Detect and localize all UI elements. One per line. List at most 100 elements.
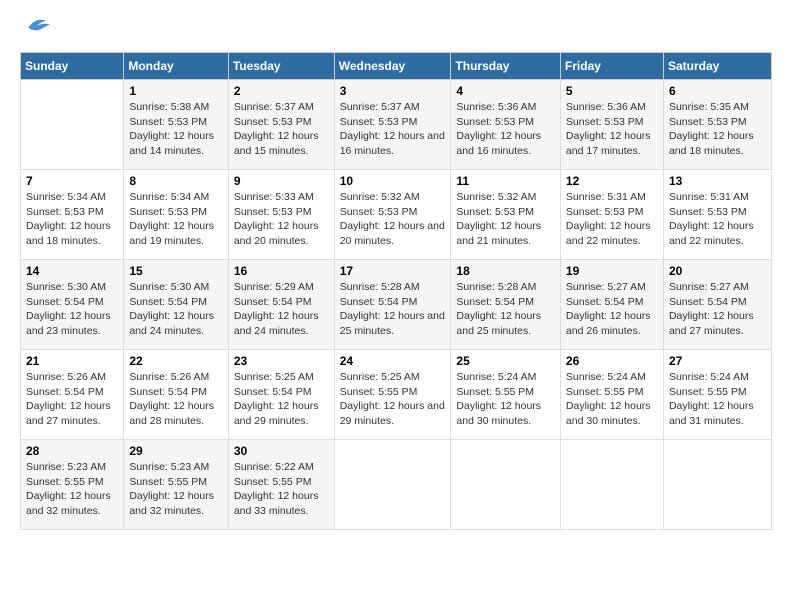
calendar-week-row: 7 Sunrise: 5:34 AMSunset: 5:53 PMDaylight… bbox=[21, 170, 772, 260]
day-number: 23 bbox=[234, 354, 329, 368]
day-info: Sunrise: 5:32 AMSunset: 5:53 PMDaylight:… bbox=[340, 190, 446, 249]
day-info: Sunrise: 5:22 AMSunset: 5:55 PMDaylight:… bbox=[234, 460, 329, 519]
day-info: Sunrise: 5:27 AMSunset: 5:54 PMDaylight:… bbox=[669, 280, 766, 339]
logo bbox=[20, 20, 54, 42]
day-info: Sunrise: 5:30 AMSunset: 5:54 PMDaylight:… bbox=[26, 280, 118, 339]
calendar-cell: 21 Sunrise: 5:26 AMSunset: 5:54 PMDayligh… bbox=[21, 350, 124, 440]
calendar-cell: 20 Sunrise: 5:27 AMSunset: 5:54 PMDayligh… bbox=[663, 260, 771, 350]
day-info: Sunrise: 5:33 AMSunset: 5:53 PMDaylight:… bbox=[234, 190, 329, 249]
calendar-cell: 11 Sunrise: 5:32 AMSunset: 5:53 PMDayligh… bbox=[451, 170, 561, 260]
day-number: 15 bbox=[129, 264, 222, 278]
calendar-cell: 5 Sunrise: 5:36 AMSunset: 5:53 PMDaylight… bbox=[560, 80, 663, 170]
day-info: Sunrise: 5:29 AMSunset: 5:54 PMDaylight:… bbox=[234, 280, 329, 339]
day-number: 16 bbox=[234, 264, 329, 278]
day-info: Sunrise: 5:35 AMSunset: 5:53 PMDaylight:… bbox=[669, 100, 766, 159]
day-info: Sunrise: 5:32 AMSunset: 5:53 PMDaylight:… bbox=[456, 190, 555, 249]
day-info: Sunrise: 5:25 AMSunset: 5:54 PMDaylight:… bbox=[234, 370, 329, 429]
calendar-cell: 6 Sunrise: 5:35 AMSunset: 5:53 PMDaylight… bbox=[663, 80, 771, 170]
weekday-header: Thursday bbox=[451, 53, 561, 80]
calendar-cell: 28Sunrise: 5:23 AMSunset: 5:55 PMDayligh… bbox=[21, 440, 124, 530]
day-info: Sunrise: 5:23 AMSunset: 5:55 PMDaylight:… bbox=[129, 460, 222, 519]
day-number: 11 bbox=[456, 174, 555, 188]
calendar-cell: 3 Sunrise: 5:37 AMSunset: 5:53 PMDaylight… bbox=[334, 80, 451, 170]
day-number: 8 bbox=[129, 174, 222, 188]
weekday-header: Sunday bbox=[21, 53, 124, 80]
day-info: Sunrise: 5:24 AMSunset: 5:55 PMDaylight:… bbox=[566, 370, 658, 429]
day-info: Sunrise: 5:25 AMSunset: 5:55 PMDaylight:… bbox=[340, 370, 446, 429]
day-info: Sunrise: 5:27 AMSunset: 5:54 PMDaylight:… bbox=[566, 280, 658, 339]
calendar-cell: 17 Sunrise: 5:28 AMSunset: 5:54 PMDayligh… bbox=[334, 260, 451, 350]
calendar-cell: 24Sunrise: 5:25 AMSunset: 5:55 PMDayligh… bbox=[334, 350, 451, 440]
day-number: 26 bbox=[566, 354, 658, 368]
day-info: Sunrise: 5:24 AMSunset: 5:55 PMDaylight:… bbox=[456, 370, 555, 429]
calendar-cell: 23 Sunrise: 5:25 AMSunset: 5:54 PMDayligh… bbox=[228, 350, 334, 440]
day-number: 12 bbox=[566, 174, 658, 188]
calendar-table: SundayMondayTuesdayWednesdayThursdayFrid… bbox=[20, 52, 772, 530]
calendar-cell: 1 Sunrise: 5:38 AMSunset: 5:53 PMDaylight… bbox=[124, 80, 228, 170]
day-number: 6 bbox=[669, 84, 766, 98]
day-number: 7 bbox=[26, 174, 118, 188]
day-info: Sunrise: 5:28 AMSunset: 5:54 PMDaylight:… bbox=[340, 280, 446, 339]
calendar-header-row: SundayMondayTuesdayWednesdayThursdayFrid… bbox=[21, 53, 772, 80]
day-number: 20 bbox=[669, 264, 766, 278]
logo-bird-icon bbox=[24, 17, 54, 35]
calendar-cell: 16 Sunrise: 5:29 AMSunset: 5:54 PMDayligh… bbox=[228, 260, 334, 350]
day-info: Sunrise: 5:34 AMSunset: 5:53 PMDaylight:… bbox=[26, 190, 118, 249]
day-number: 2 bbox=[234, 84, 329, 98]
day-info: Sunrise: 5:28 AMSunset: 5:54 PMDaylight:… bbox=[456, 280, 555, 339]
calendar-cell: 4Sunrise: 5:36 AMSunset: 5:53 PMDaylight… bbox=[451, 80, 561, 170]
calendar-cell bbox=[451, 440, 561, 530]
day-number: 5 bbox=[566, 84, 658, 98]
calendar-cell: 26 Sunrise: 5:24 AMSunset: 5:55 PMDayligh… bbox=[560, 350, 663, 440]
calendar-cell: 29 Sunrise: 5:23 AMSunset: 5:55 PMDayligh… bbox=[124, 440, 228, 530]
day-number: 29 bbox=[129, 444, 222, 458]
calendar-cell bbox=[21, 80, 124, 170]
calendar-cell: 12 Sunrise: 5:31 AMSunset: 5:53 PMDayligh… bbox=[560, 170, 663, 260]
calendar-cell: 15 Sunrise: 5:30 AMSunset: 5:54 PMDayligh… bbox=[124, 260, 228, 350]
calendar-cell bbox=[663, 440, 771, 530]
day-number: 9 bbox=[234, 174, 329, 188]
day-info: Sunrise: 5:37 AMSunset: 5:53 PMDaylight:… bbox=[234, 100, 329, 159]
calendar-cell bbox=[334, 440, 451, 530]
calendar-week-row: 14 Sunrise: 5:30 AMSunset: 5:54 PMDayligh… bbox=[21, 260, 772, 350]
day-number: 17 bbox=[340, 264, 446, 278]
day-info: Sunrise: 5:34 AMSunset: 5:53 PMDaylight:… bbox=[129, 190, 222, 249]
day-info: Sunrise: 5:26 AMSunset: 5:54 PMDaylight:… bbox=[26, 370, 118, 429]
day-info: Sunrise: 5:24 AMSunset: 5:55 PMDaylight:… bbox=[669, 370, 766, 429]
day-number: 28 bbox=[26, 444, 118, 458]
day-info: Sunrise: 5:31 AMSunset: 5:53 PMDaylight:… bbox=[566, 190, 658, 249]
day-info: Sunrise: 5:26 AMSunset: 5:54 PMDaylight:… bbox=[129, 370, 222, 429]
weekday-header: Tuesday bbox=[228, 53, 334, 80]
day-number: 1 bbox=[129, 84, 222, 98]
day-number: 22 bbox=[129, 354, 222, 368]
day-info: Sunrise: 5:31 AMSunset: 5:53 PMDaylight:… bbox=[669, 190, 766, 249]
day-info: Sunrise: 5:38 AMSunset: 5:53 PMDaylight:… bbox=[129, 100, 222, 159]
calendar-cell bbox=[560, 440, 663, 530]
calendar-cell: 27Sunrise: 5:24 AMSunset: 5:55 PMDayligh… bbox=[663, 350, 771, 440]
day-number: 19 bbox=[566, 264, 658, 278]
calendar-week-row: 28 Sunrise: 5:23 AMSunset: 5:55 PMDayligh… bbox=[21, 440, 772, 530]
calendar-week-row: 21 Sunrise: 5:26 AMSunset: 5:54 PMDayligh… bbox=[21, 350, 772, 440]
calendar-cell: 9 Sunrise: 5:33 AMSunset: 5:53 PMDaylight… bbox=[228, 170, 334, 260]
day-info: Sunrise: 5:37 AMSunset: 5:53 PMDaylight:… bbox=[340, 100, 446, 159]
weekday-header: Friday bbox=[560, 53, 663, 80]
day-number: 21 bbox=[26, 354, 118, 368]
header bbox=[20, 20, 772, 42]
day-info: Sunrise: 5:36 AMSunset: 5:53 PMDaylight:… bbox=[566, 100, 658, 159]
calendar-cell: 22 Sunrise: 5:26 AMSunset: 5:54 PMDayligh… bbox=[124, 350, 228, 440]
day-number: 10 bbox=[340, 174, 446, 188]
day-number: 4 bbox=[456, 84, 555, 98]
day-info: Sunrise: 5:30 AMSunset: 5:54 PMDaylight:… bbox=[129, 280, 222, 339]
calendar-cell: 13Sunrise: 5:31 AMSunset: 5:53 PMDayligh… bbox=[663, 170, 771, 260]
day-number: 3 bbox=[340, 84, 446, 98]
day-number: 25 bbox=[456, 354, 555, 368]
calendar-cell: 8 Sunrise: 5:34 AMSunset: 5:53 PMDaylight… bbox=[124, 170, 228, 260]
calendar-cell: 7 Sunrise: 5:34 AMSunset: 5:53 PMDaylight… bbox=[21, 170, 124, 260]
calendar-cell: 14 Sunrise: 5:30 AMSunset: 5:54 PMDayligh… bbox=[21, 260, 124, 350]
calendar-cell: 25 Sunrise: 5:24 AMSunset: 5:55 PMDayligh… bbox=[451, 350, 561, 440]
calendar-cell: 2 Sunrise: 5:37 AMSunset: 5:53 PMDaylight… bbox=[228, 80, 334, 170]
weekday-header: Saturday bbox=[663, 53, 771, 80]
calendar-cell: 10 Sunrise: 5:32 AMSunset: 5:53 PMDayligh… bbox=[334, 170, 451, 260]
weekday-header: Wednesday bbox=[334, 53, 451, 80]
day-number: 14 bbox=[26, 264, 118, 278]
